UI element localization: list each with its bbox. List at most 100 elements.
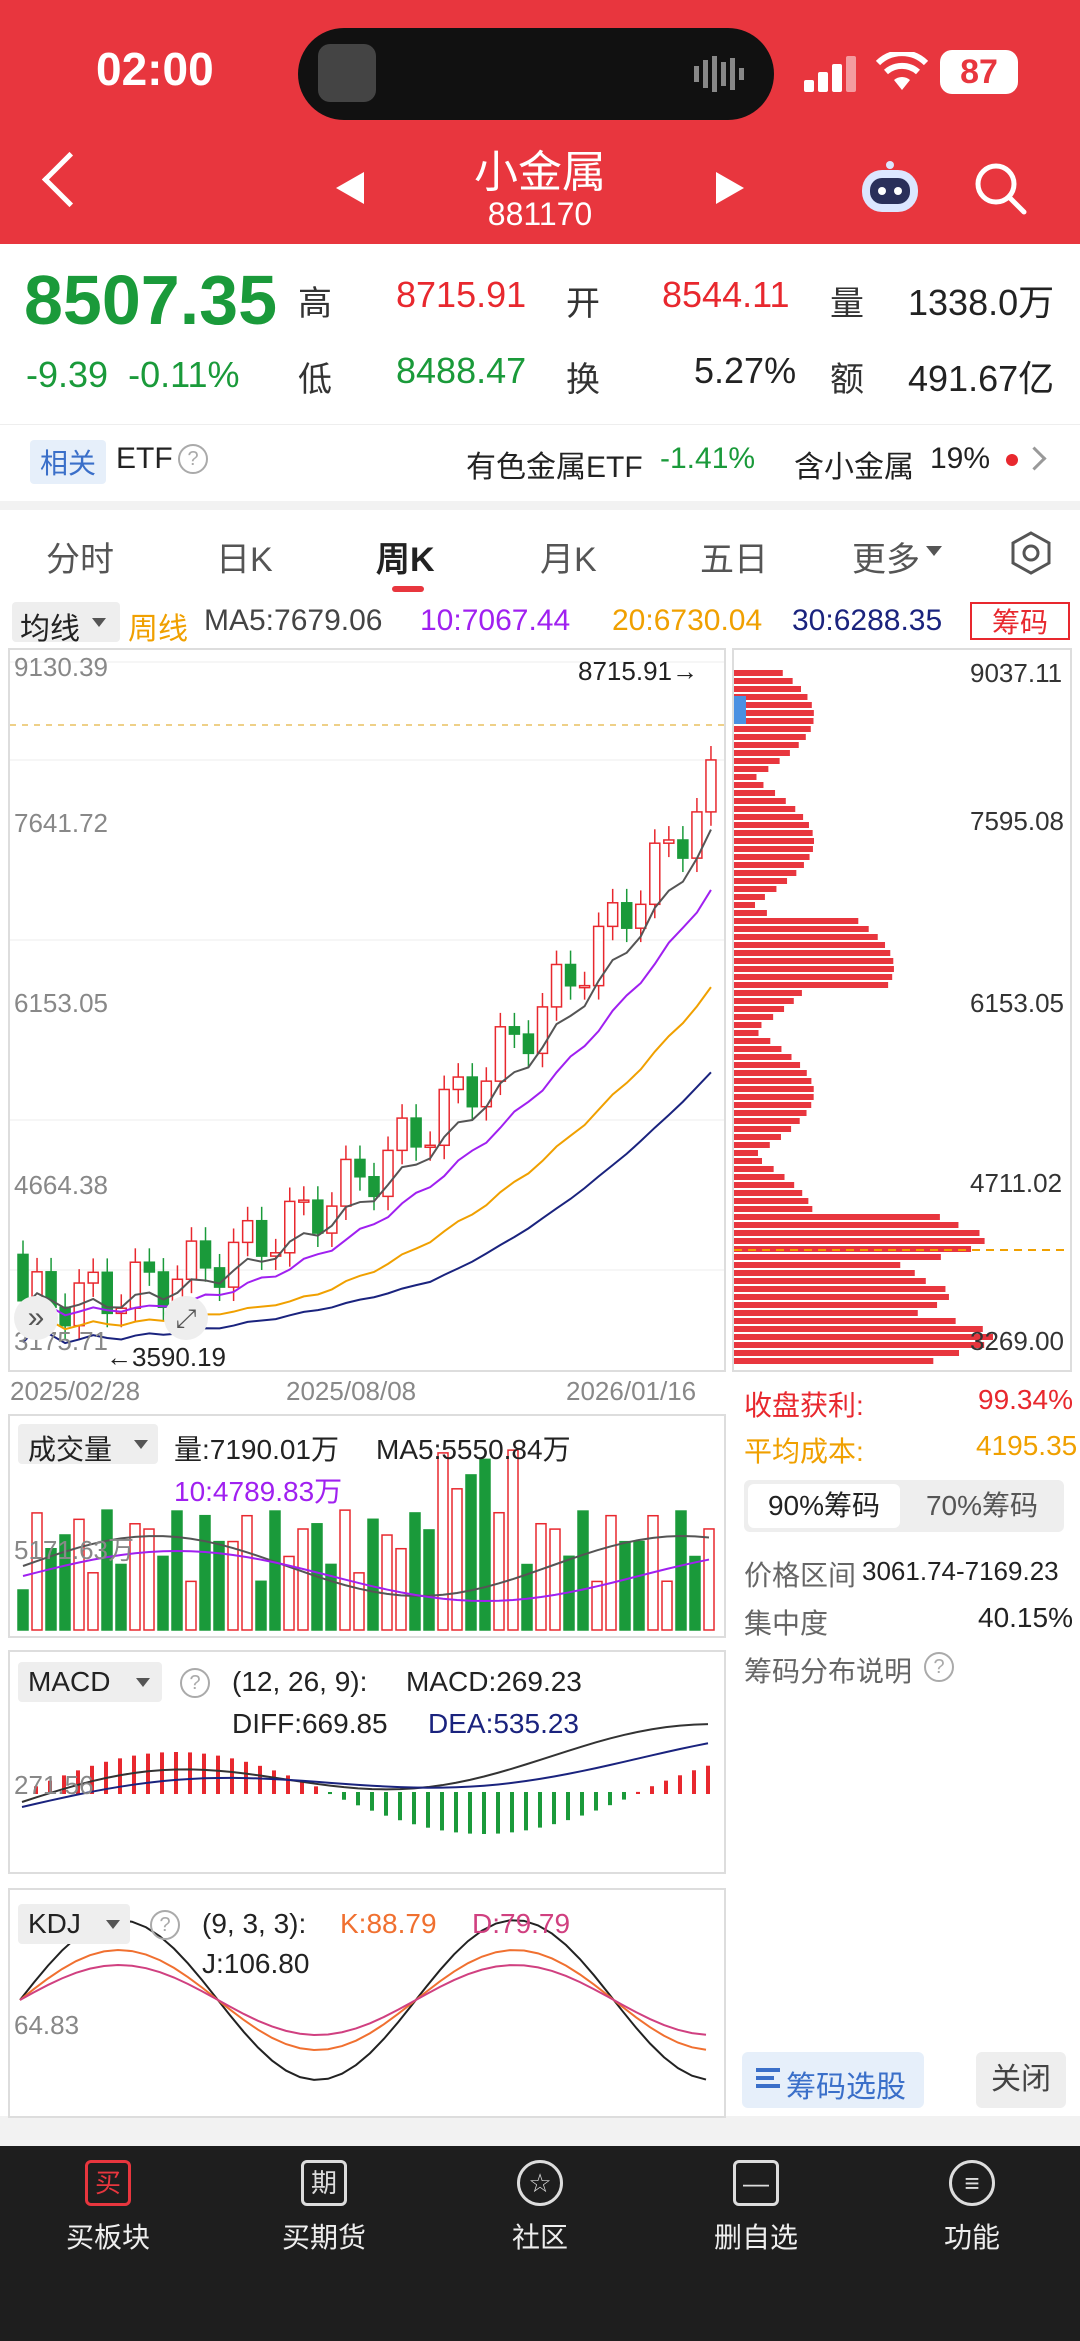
nav-buy-futures[interactable]: 期 买期货 [244, 2160, 404, 2256]
chip-bar [734, 926, 869, 932]
collapse-icon[interactable]: » [14, 1296, 58, 1340]
dropdown-icon[interactable] [926, 546, 942, 556]
tab-weekly[interactable]: 周K [376, 532, 435, 581]
nav-functions[interactable]: ≡ 功能 [892, 2160, 1052, 2256]
volume-axis-label: 5171.63万 [14, 1535, 134, 1565]
candle-body [522, 1033, 535, 1055]
volume-dropdown-icon[interactable] [134, 1440, 148, 1449]
chip-bar [734, 1206, 813, 1212]
prev-stock-icon[interactable] [336, 172, 364, 204]
macd-bar [132, 1755, 136, 1794]
volume-bar [255, 1580, 267, 1631]
macd-bar [426, 1792, 430, 1828]
next-stock-icon[interactable] [716, 172, 744, 204]
macd-bar [202, 1753, 206, 1794]
chip-bar [734, 774, 757, 780]
amount-value: 491.67亿 [908, 358, 1055, 399]
tab-daily[interactable]: 日K [216, 532, 273, 581]
candle-body [143, 1261, 156, 1273]
k-y-label: 9130.39 [14, 652, 108, 682]
kdj-dropdown-icon[interactable] [106, 1920, 120, 1929]
kline-panel[interactable] [8, 648, 726, 1372]
concentration-value: 40.15% [978, 1602, 1073, 1633]
chip-bar [734, 782, 764, 788]
tab-five-day[interactable]: 五日 [700, 532, 768, 581]
candle-body [298, 1199, 310, 1203]
volume-bar [115, 1563, 127, 1631]
macd-help-icon[interactable]: ? [180, 1668, 210, 1698]
candle-body [424, 1144, 436, 1149]
chip-y-label: 4711.02 [970, 1168, 1063, 1198]
candle-body [466, 1076, 479, 1108]
macd-bar [496, 1792, 500, 1834]
macd-bar [440, 1792, 444, 1831]
volume-bar [465, 1474, 477, 1631]
volume-value: 1338.0万 [908, 282, 1055, 323]
candle-body [606, 902, 619, 928]
chip-bar [734, 790, 776, 796]
candle-body [550, 963, 563, 1008]
macd-bar [258, 1765, 262, 1794]
candle-body [312, 1199, 324, 1234]
ma-dropdown-icon[interactable] [92, 618, 106, 627]
back-icon[interactable] [41, 151, 98, 208]
macd-dropdown-icon[interactable] [136, 1678, 150, 1687]
chip-help-icon[interactable]: ? [924, 1652, 954, 1682]
chip-bar [734, 734, 806, 740]
ma5-value: MA5:7679.06 [204, 604, 383, 637]
candle-body [354, 1158, 366, 1178]
ma20-value: 20:6730.04 [612, 604, 763, 637]
chip-bar [734, 1006, 785, 1012]
tab-more[interactable]: 更多 [852, 532, 920, 581]
nav-remove-watchlist[interactable]: — 删自选 [676, 2160, 836, 2256]
chip-bar [734, 1190, 803, 1196]
chip-tab-90[interactable]: 90%筹码 [748, 1484, 900, 1528]
chip-bar [734, 1030, 759, 1036]
candle-body [564, 963, 577, 987]
macd-axis-label: 271.56 [14, 1770, 94, 1800]
search-icon[interactable] [972, 160, 1028, 216]
kdj-help-icon[interactable]: ? [150, 1910, 180, 1940]
robot-assistant-icon[interactable] [858, 160, 922, 216]
volume-value: 量:7190.01万 [174, 1434, 339, 1465]
candle-body [494, 1026, 507, 1082]
volume-bar [87, 1572, 99, 1631]
tab-monthly[interactable]: 月K [540, 532, 597, 581]
settings-hex-icon[interactable] [1008, 530, 1054, 576]
fullscreen-icon[interactable]: ⤢ [164, 1296, 208, 1340]
chip-y-label: 7595.08 [970, 806, 1064, 836]
chip-y-label: 3269.00 [970, 1326, 1064, 1356]
etf-label[interactable]: ETF [116, 442, 173, 476]
related-tag[interactable]: 相关 [30, 440, 107, 484]
etf-name[interactable]: 有色金属ETF [466, 442, 643, 486]
macd-bar [566, 1792, 570, 1821]
chip-bar [734, 958, 894, 964]
chip-bar [734, 982, 889, 988]
chip-bar [734, 846, 813, 852]
ma20-line [22, 986, 712, 1331]
nav-buy-sector[interactable]: 买 买板块 [28, 2160, 188, 2256]
chips-toggle-button[interactable]: 筹码 [970, 602, 1070, 640]
media-thumbnail [318, 44, 376, 102]
chip-bar [734, 894, 765, 900]
chip-bar [734, 1350, 960, 1356]
chip-bar [734, 886, 777, 892]
macd-bar [384, 1792, 388, 1816]
turnover-label: 换 [566, 361, 600, 399]
candle-body [635, 903, 647, 929]
nav-community[interactable]: ☆ 社区 [460, 2160, 620, 2256]
macd-bar [286, 1775, 290, 1794]
tab-minute[interactable]: 分时 [46, 532, 114, 581]
macd-bar [454, 1792, 458, 1833]
help-icon[interactable]: ? [178, 444, 208, 474]
chip-bar [734, 1142, 770, 1148]
nav-label: 删自选 [713, 2222, 798, 2253]
chip-tab-70[interactable]: 70%筹码 [906, 1484, 1058, 1528]
macd-bar [370, 1792, 374, 1811]
chip-bar [734, 934, 878, 940]
chip-bar [734, 750, 790, 756]
chip-bar [734, 1334, 993, 1340]
chip-explain-link[interactable]: 筹码分布说明 [744, 1650, 912, 1690]
candle-body [663, 839, 675, 844]
close-chip-button[interactable]: 关闭 [976, 2052, 1066, 2108]
